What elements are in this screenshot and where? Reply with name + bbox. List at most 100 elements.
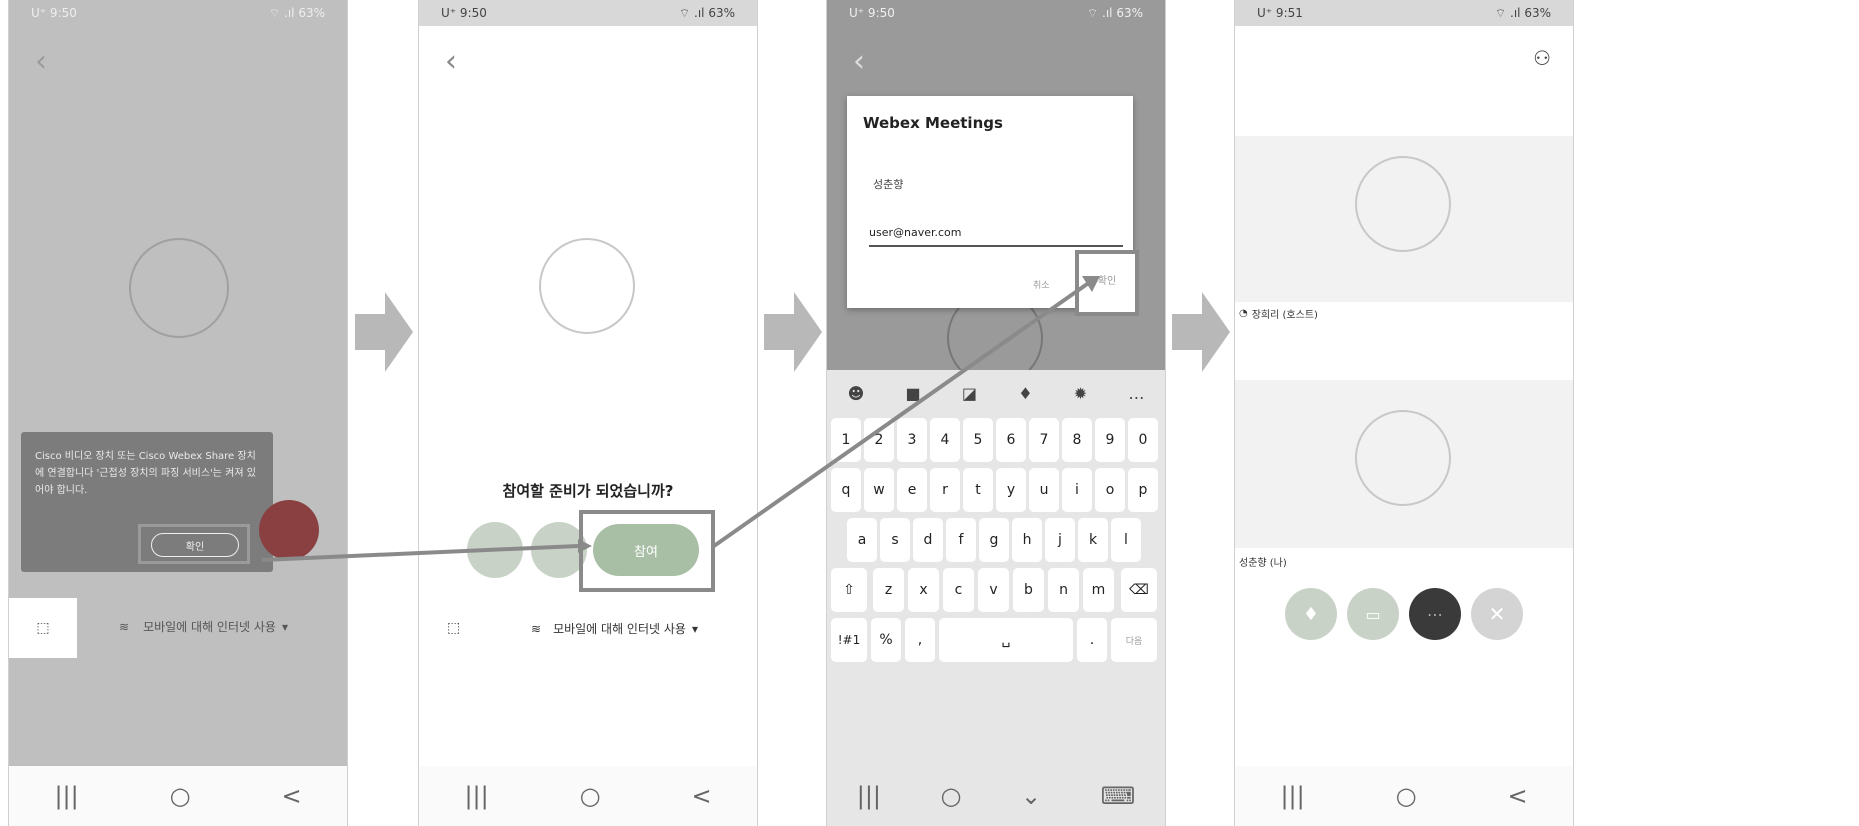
ok-button[interactable]: 확인 — [1079, 272, 1135, 287]
key-t[interactable]: t — [963, 468, 993, 512]
key-6[interactable]: 6 — [996, 418, 1026, 462]
key-u[interactable]: u — [1029, 468, 1059, 512]
email-field[interactable]: user@naver.com — [869, 226, 1123, 247]
carrier-time: U⁺ 9:50 — [849, 6, 895, 20]
key-p[interactable]: p — [1128, 468, 1158, 512]
step-arrow-3 — [1172, 292, 1230, 372]
period-key[interactable]: . — [1077, 618, 1107, 662]
ready-question: 참여할 준비가 되었습니까? — [502, 482, 674, 500]
keyboard-icon[interactable]: ■ — [906, 384, 921, 403]
self-avatar — [1355, 410, 1451, 506]
back-nav-icon[interactable]: < — [1507, 782, 1527, 810]
back-chevron-icon[interactable]: ‹ — [853, 44, 865, 79]
android-nav-bar: ||| ○ < — [1235, 766, 1573, 826]
key-h[interactable]: h — [1012, 518, 1042, 562]
key-j[interactable]: j — [1045, 518, 1075, 562]
participants-icon[interactable]: ⚇ — [1533, 46, 1551, 70]
key-row-2: qwertyuiop — [827, 468, 1165, 512]
back-chevron-icon[interactable]: ‹ — [35, 44, 47, 79]
cancel-button[interactable]: 취소 — [1033, 278, 1050, 291]
key-7[interactable]: 7 — [1029, 418, 1059, 462]
mute-button[interactable]: ♦ — [1285, 588, 1337, 640]
back-nav-icon[interactable]: < — [281, 782, 301, 810]
home-nav-icon[interactable]: ○ — [580, 782, 601, 810]
self-name: 성춘향 (나) — [1239, 558, 1287, 569]
shift-key[interactable]: ⇧ — [831, 568, 867, 612]
key-d[interactable]: d — [913, 518, 943, 562]
key-q[interactable]: q — [831, 468, 861, 512]
back-nav-icon[interactable]: < — [691, 782, 711, 810]
key-e[interactable]: e — [897, 468, 927, 512]
key-z[interactable]: z — [873, 568, 904, 612]
mic-icon[interactable]: ♦ — [1018, 384, 1032, 403]
cast-area[interactable]: ⬚ — [9, 598, 77, 658]
video-off-button[interactable]: ▭ — [1347, 588, 1399, 640]
android-nav-bar: ||| ○ ⌄ ⌨ — [827, 766, 1165, 826]
host-video-tile — [1235, 136, 1573, 302]
key-1[interactable]: 1 — [831, 418, 861, 462]
key-5[interactable]: 5 — [963, 418, 993, 462]
key-v[interactable]: v — [978, 568, 1009, 612]
soft-keyboard: ☻ ■ ◪ ♦ ✹ … 1234567890 qwertyuiop asdfgh… — [827, 370, 1165, 770]
key-s[interactable]: s — [880, 518, 910, 562]
hide-keyboard-icon[interactable]: ⌄ — [1021, 782, 1041, 810]
symbol-key[interactable]: !#1 — [831, 618, 867, 662]
key-4[interactable]: 4 — [930, 418, 960, 462]
key-b[interactable]: b — [1013, 568, 1044, 612]
more-icon[interactable]: … — [1128, 384, 1144, 403]
mobile-data-row[interactable]: ≋ 모바일에 대해 인터넷 사용 ▾ — [531, 620, 757, 637]
leave-button[interactable]: ✕ — [1471, 588, 1523, 640]
recents-nav-icon[interactable]: ||| — [464, 782, 488, 810]
comma-key[interactable]: , — [905, 618, 935, 662]
home-nav-icon[interactable]: ○ — [941, 782, 962, 810]
settings-gear-icon[interactable]: ✹ — [1074, 384, 1087, 403]
phone-screen-1: U⁺ 9:50 ⌔ .ıl 63% ‹ Cisco 비디오 장치 또는 Cisc… — [8, 0, 348, 826]
hangul-switch-key[interactable]: % — [871, 618, 901, 662]
name-field[interactable]: 성춘향 — [873, 176, 903, 192]
home-nav-icon[interactable]: ○ — [170, 782, 191, 810]
key-y[interactable]: y — [996, 468, 1026, 512]
key-m[interactable]: m — [1083, 568, 1114, 612]
cast-icon[interactable]: ⬚ — [447, 620, 460, 636]
key-f[interactable]: f — [946, 518, 976, 562]
join-button[interactable]: 참여 — [593, 524, 699, 576]
mobile-data-row[interactable]: ≋ 모바일에 대해 인터넷 사용 ▾ — [119, 618, 347, 635]
ok-button[interactable]: 확인 — [151, 533, 239, 557]
key-r[interactable]: r — [930, 468, 960, 512]
status-bar: U⁺ 9:50 ⌔ .ıl 63% — [9, 0, 347, 26]
signal-battery: ⌔ .ıl 63% — [268, 5, 325, 20]
backspace-key[interactable]: ⌫ — [1121, 568, 1157, 612]
proximity-dialog: Cisco 비디오 장치 또는 Cisco Webex Share 장치에 연결… — [21, 432, 273, 572]
emoji-icon[interactable]: ☻ — [848, 384, 865, 403]
recents-nav-icon[interactable]: ||| — [54, 782, 78, 810]
key-x[interactable]: x — [908, 568, 939, 612]
avatar-placeholder — [129, 238, 229, 338]
key-l[interactable]: l — [1111, 518, 1141, 562]
home-nav-icon[interactable]: ○ — [1396, 782, 1417, 810]
key-n[interactable]: n — [1048, 568, 1079, 612]
ok-highlight-box: 확인 — [138, 524, 250, 564]
key-g[interactable]: g — [979, 518, 1009, 562]
key-3[interactable]: 3 — [897, 418, 927, 462]
done-key[interactable]: 다음 — [1111, 618, 1157, 662]
key-o[interactable]: o — [1095, 468, 1125, 512]
keyboard-switch-icon[interactable]: ⌨ — [1101, 782, 1136, 810]
space-key[interactable]: ␣ — [939, 618, 1073, 662]
sticker-icon[interactable]: ◪ — [962, 384, 977, 403]
key-k[interactable]: k — [1078, 518, 1108, 562]
key-c[interactable]: c — [943, 568, 974, 612]
back-chevron-icon[interactable]: ‹ — [445, 44, 457, 79]
key-w[interactable]: w — [864, 468, 894, 512]
key-2[interactable]: 2 — [864, 418, 894, 462]
key-a[interactable]: a — [847, 518, 877, 562]
more-options-button[interactable]: ⋯ — [1409, 588, 1461, 640]
key-9[interactable]: 9 — [1095, 418, 1125, 462]
key-0[interactable]: 0 — [1128, 418, 1158, 462]
key-8[interactable]: 8 — [1062, 418, 1092, 462]
dim-overlay — [9, 0, 347, 826]
speaking-indicator-icon: ◔ — [1239, 308, 1248, 319]
key-i[interactable]: i — [1062, 468, 1092, 512]
recents-nav-icon[interactable]: ||| — [1280, 782, 1304, 810]
mic-button[interactable] — [467, 522, 523, 578]
recents-nav-icon[interactable]: ||| — [857, 782, 881, 810]
